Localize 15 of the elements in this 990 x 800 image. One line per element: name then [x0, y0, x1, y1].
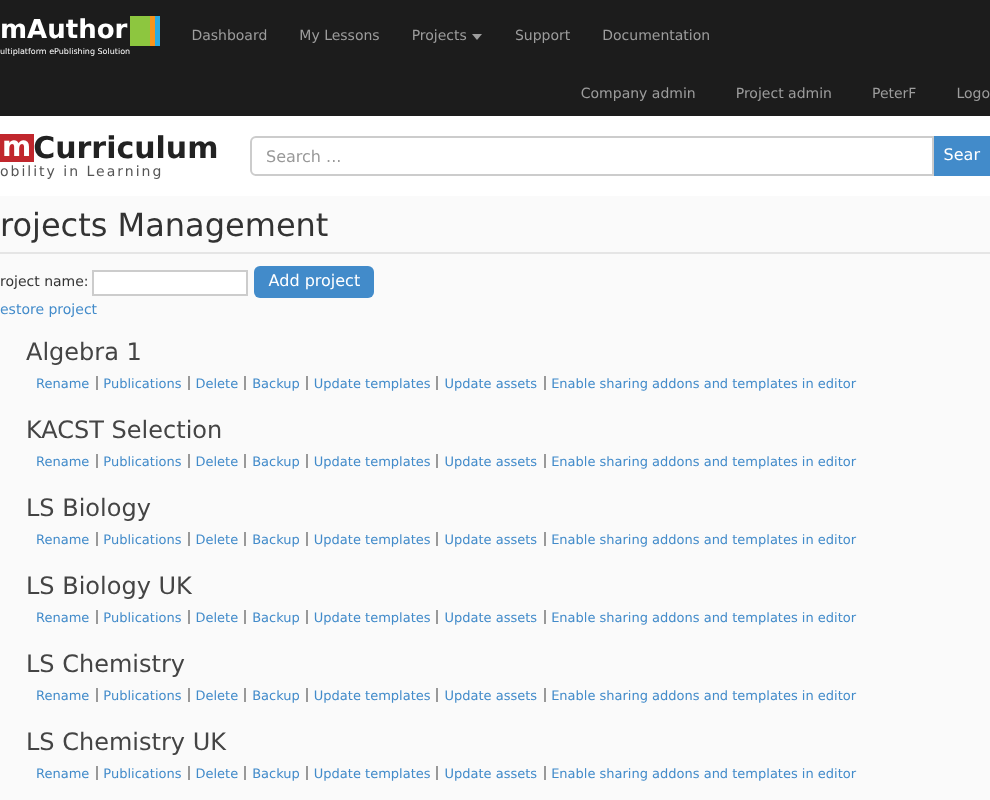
project-name-input[interactable]	[92, 269, 249, 295]
page-title: rojects Management	[0, 206, 331, 246]
project-name: LS Chemistry UK	[26, 725, 228, 757]
project-name: LS Biology UK	[26, 569, 194, 601]
add-project-button[interactable]: Add project	[254, 266, 375, 298]
logo-mark: m	[0, 134, 34, 162]
project-name: LS Biology	[26, 491, 153, 523]
submit-button[interactable]: Sear	[933, 136, 990, 176]
search-field[interactable]: Search ...	[250, 136, 934, 176]
project-name: Algebra 1	[26, 335, 144, 367]
logo-icon	[129, 16, 160, 46]
project-name: KACST Selection	[26, 413, 225, 445]
logo-text[interactable]: Curriculum	[33, 133, 219, 163]
logo-text[interactable]: mAuthor	[0, 18, 128, 44]
project-name: LS Chemistry	[26, 647, 187, 679]
